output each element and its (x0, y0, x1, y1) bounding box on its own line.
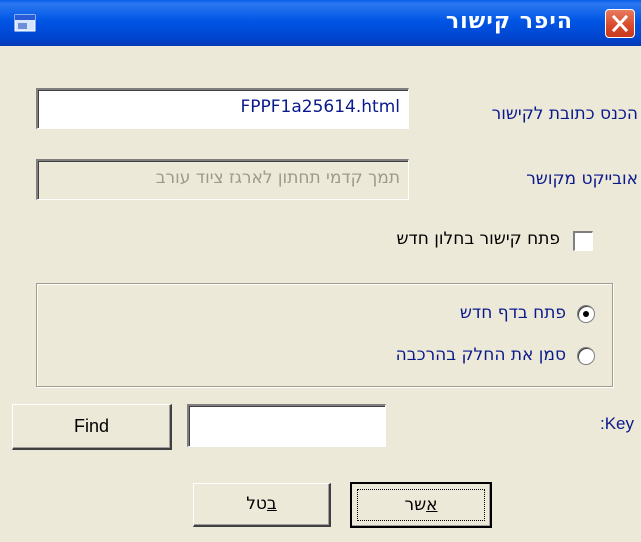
radio-highlight-part-label: סמן את החלק בהרכבה (395, 345, 566, 365)
key-input[interactable] (187, 404, 386, 447)
cancel-mnemonic: ב (266, 494, 277, 514)
new-window-checkbox-label: פתח קישור בחלון חדש (396, 229, 560, 249)
linked-object-label: אובייקט מקושר (526, 169, 638, 189)
find-button[interactable]: Find (12, 404, 172, 450)
focus-rectangle (357, 489, 485, 521)
new-window-checkbox[interactable] (573, 231, 593, 251)
key-label: :Key (600, 414, 635, 433)
radio-highlight-part[interactable] (577, 347, 595, 365)
url-field[interactable]: FPPF1a25614.html (36, 88, 409, 129)
cancel-button[interactable]: בטל (193, 483, 331, 527)
app-window-icon (14, 14, 36, 32)
open-mode-group (36, 283, 613, 387)
close-x-icon (611, 14, 629, 33)
url-label: הכנס כתובת לקישור (491, 104, 638, 124)
hyperlink-dialog: היפר קישור FPPF1a25614.html הכנס כתובת ל… (0, 0, 641, 542)
ok-button[interactable]: אשר (350, 482, 492, 528)
radio-open-new-page[interactable] (577, 305, 595, 323)
title-bar[interactable]: היפר קישור (0, 0, 641, 46)
cancel-label: טל (246, 494, 267, 514)
close-button[interactable] (605, 9, 635, 38)
radio-open-new-page-label: פתח בדף חדש (459, 303, 566, 323)
window-title: היפר קישור (445, 9, 573, 34)
linked-object-field: תמך קדמי תחתון לארגז ציוד עורב (36, 159, 409, 200)
